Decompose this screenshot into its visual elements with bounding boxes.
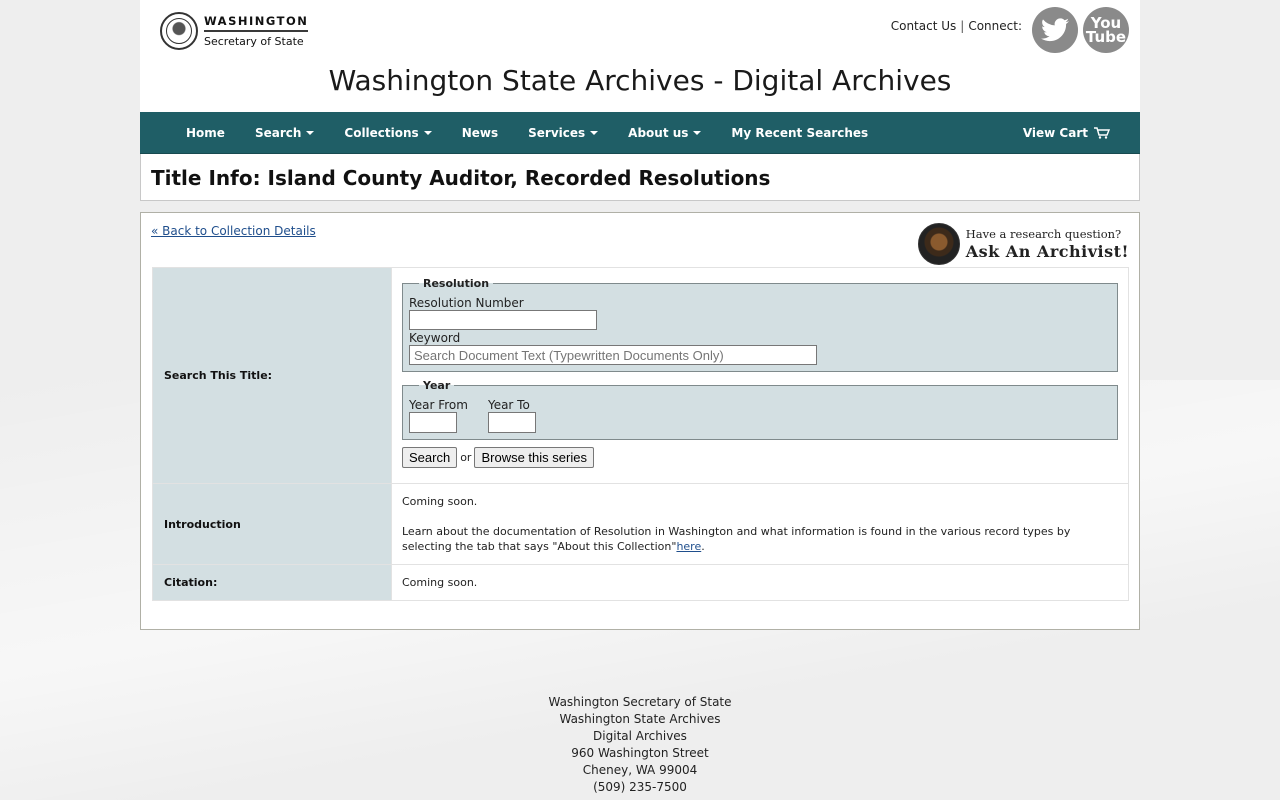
keyword-label: Keyword [409, 331, 461, 345]
state-seal-icon [160, 12, 198, 50]
top-links: Contact Us | Connect: [891, 19, 1022, 33]
citation-row-label: Citation: [152, 564, 392, 601]
title-box: Title Info: Island County Auditor, Recor… [140, 154, 1140, 201]
back-to-collection-link[interactable]: « Back to Collection Details [151, 224, 316, 238]
footer-line: Washington Secretary of State [548, 695, 732, 709]
ask-line1: Have a research question? [965, 227, 1122, 241]
year-legend: Year [423, 379, 451, 392]
cart-icon [1094, 126, 1110, 139]
divider: | [960, 19, 965, 33]
year-fieldset: Year Year From Year To [402, 379, 1118, 440]
ask-an-archivist-banner[interactable]: Have a research question? Ask An Archivi… [917, 223, 1129, 265]
caret-down-icon [590, 130, 599, 135]
footer-line: Washington State Archives [559, 712, 721, 726]
view-cart-link[interactable]: View Cart [1023, 112, 1110, 153]
search-row: Search This Title: Resolution Resolution… [152, 267, 1129, 484]
introduction-text1: Coming soon. [402, 495, 478, 508]
sos-logo[interactable]: WASHINGTON Secretary of State [160, 12, 309, 50]
caret-down-icon [693, 130, 702, 135]
introduction-suffix: . [701, 540, 705, 553]
search-row-label: Search This Title: [152, 267, 392, 484]
nav-services[interactable]: Services [513, 126, 613, 140]
logo-line2: Secretary of State [204, 35, 304, 48]
site-title: Washington State Archives - Digital Arch… [328, 64, 952, 97]
caret-down-icon [423, 130, 432, 135]
introduction-row-label: Introduction [152, 483, 392, 565]
resolution-number-input[interactable] [409, 310, 597, 330]
introduction-row: Introduction Coming soon. Learn about th… [152, 483, 1129, 565]
logo-line1: WASHINGTON [204, 14, 309, 32]
citation-row: Citation: Coming soon. [152, 564, 1129, 601]
books-icon [917, 223, 960, 265]
here-link[interactable]: here [676, 540, 701, 553]
resolution-legend: Resolution [423, 277, 490, 290]
footer-line: Cheney, WA 99004 [582, 763, 698, 777]
year-from-input[interactable] [409, 412, 457, 433]
resolution-number-label: Resolution Number [409, 296, 524, 310]
youtube-line2: Tube [1085, 28, 1127, 46]
year-to-input[interactable] [487, 412, 536, 433]
nav-news[interactable]: News [447, 126, 513, 140]
or-text: or [460, 451, 472, 464]
search-button[interactable]: Search [402, 447, 458, 468]
nav-search[interactable]: Search [240, 126, 329, 140]
twitter-icon[interactable] [1032, 7, 1078, 53]
citation-text: Coming soon. [391, 564, 1129, 601]
introduction-text2: Learn about the documentation of Resolut… [402, 525, 1071, 553]
main-nav: Home Search Collections News Services Ab… [140, 112, 1140, 154]
year-from-label: Year From [409, 398, 468, 412]
contact-us-link[interactable]: Contact Us [891, 19, 957, 33]
resolution-fieldset: Resolution Resolution Number Keyword [402, 277, 1118, 372]
nav-about-us[interactable]: About us [613, 126, 716, 140]
connect-label: Connect: [968, 19, 1022, 33]
caret-down-icon [306, 130, 315, 135]
nav-my-recent-searches[interactable]: My Recent Searches [716, 126, 883, 140]
page-wrapper: WASHINGTON Secretary of State Contact Us… [140, 0, 1140, 630]
year-to-label: Year To [487, 398, 530, 412]
page-title: Title Info: Island County Auditor, Recor… [151, 166, 771, 190]
youtube-icon[interactable]: You Tube [1083, 7, 1129, 53]
footer-line: (509) 235-7500 [593, 780, 687, 794]
nav-home[interactable]: Home [171, 126, 240, 140]
ask-line2: Ask An Archivist! [965, 242, 1129, 261]
site-footer: Washington Secretary of State Washington… [0, 694, 1280, 796]
content-panel: « Back to Collection Details Have a rese… [140, 212, 1140, 630]
browse-series-button[interactable]: Browse this series [474, 447, 594, 468]
view-cart-label: View Cart [1022, 125, 1088, 140]
nav-collections[interactable]: Collections [329, 126, 446, 140]
footer-line: 960 Washington Street [571, 746, 709, 760]
title-info-table: Search This Title: Resolution Resolution… [152, 267, 1129, 601]
site-header: WASHINGTON Secretary of State Contact Us… [140, 0, 1140, 112]
keyword-input[interactable] [409, 345, 817, 365]
footer-line: Digital Archives [593, 729, 687, 743]
